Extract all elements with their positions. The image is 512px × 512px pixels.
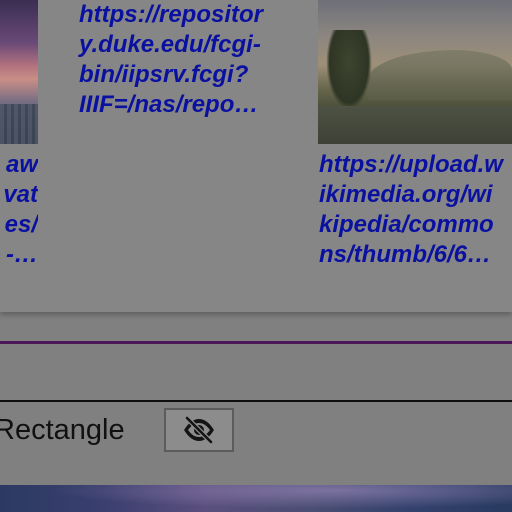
- result-link-line: bin/iipsrv.fcgi?: [79, 61, 249, 88]
- result-link-line: y.duke.edu/fcgi-: [79, 31, 261, 58]
- result-link-line: kipedia/commo: [319, 211, 494, 238]
- result-link-line: https://repositor: [79, 1, 263, 28]
- result-link-line: ns/thumb/6/6…: [319, 241, 492, 268]
- result-thumbnail-1[interactable]: [0, 0, 38, 144]
- thumbnail-water: [318, 106, 512, 144]
- result-link-1[interactable]: aw vat es/ ‑…: [0, 150, 38, 270]
- image-results-panel: https://repositor y.duke.edu/fcgi- bin/i…: [0, 0, 512, 312]
- section-separator: [0, 341, 512, 344]
- preview-image: [0, 485, 512, 512]
- layer-shape-label: Rectangle: [0, 414, 125, 446]
- thumbnail-pier: [0, 104, 38, 144]
- result-link-line: IIIF=/nas/repo…: [79, 91, 259, 118]
- thumbnail-hill: [368, 50, 512, 100]
- result-link-line: aw: [5, 151, 38, 178]
- eye-slash-icon: [184, 416, 214, 444]
- result-link-3[interactable]: https://upload.w ikimedia.org/wi kipedia…: [319, 150, 503, 270]
- layer-row-divider: [0, 400, 512, 402]
- thumbnail-tree: [326, 30, 372, 110]
- result-link-line: es/: [4, 211, 38, 238]
- toggle-visibility-button[interactable]: [164, 408, 234, 452]
- result-link-line: ‑…: [6, 241, 38, 268]
- result-thumbnail-3[interactable]: [318, 0, 512, 144]
- result-link-line: ikimedia.org/wi: [319, 181, 493, 208]
- result-link-line: https://upload.w: [319, 151, 503, 178]
- result-link-2[interactable]: https://repositor y.duke.edu/fcgi- bin/i…: [79, 0, 263, 120]
- result-link-line: vat: [3, 181, 38, 208]
